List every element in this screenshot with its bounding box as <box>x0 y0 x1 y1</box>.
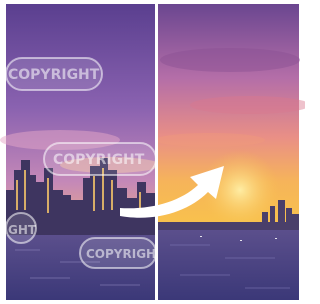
before-panel: COPYRIGHT COPYRIGHT GHT COPYRIGHT <box>0 4 165 300</box>
before-after-image: COPYRIGHT COPYRIGHT GHT COPYRIGHT <box>0 0 305 304</box>
watermark-text: COPYRIGHT <box>53 152 145 168</box>
watermark-2: COPYRIGHT <box>43 142 157 176</box>
after-panel <box>155 4 305 300</box>
watermark-text: COPYRIGHT <box>8 67 100 83</box>
watermark-4: COPYRIGHT <box>79 237 165 269</box>
watermark-text-partial: GHT <box>8 223 37 237</box>
watermark-3: GHT <box>5 212 37 244</box>
watermark-text: COPYRIGHT <box>86 247 165 261</box>
comparison-divider[interactable] <box>155 0 158 304</box>
watermark-1: COPYRIGHT <box>5 57 103 91</box>
